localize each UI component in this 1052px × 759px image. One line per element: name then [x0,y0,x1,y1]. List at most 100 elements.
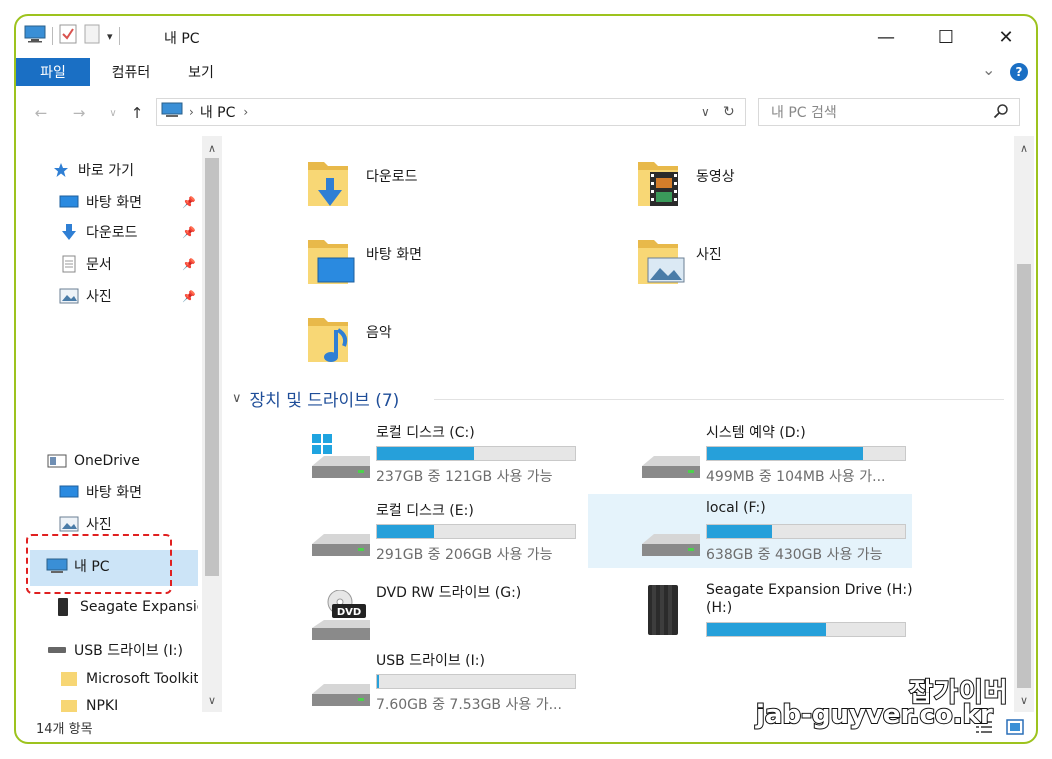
pictures-icon [58,515,80,533]
navigation-bar: ← → ∨ ↑ › 내 PC › ∨ ↻ 내 PC 검색 [16,96,1036,130]
recent-locations-icon[interactable]: ∨ [102,101,124,125]
drive-g[interactable]: DVD DVD RW 드라이브 (G:) [310,576,590,650]
pin-icon[interactable]: 📌 [182,196,196,209]
videos-folder-icon [638,162,678,206]
forward-arrow-icon[interactable]: → [68,101,90,125]
scroll-up-icon[interactable]: ∧ [202,138,222,158]
scroll-down-icon[interactable]: ∨ [202,690,222,710]
scroll-down-icon[interactable]: ∨ [1014,690,1034,710]
nav-quick-documents[interactable]: 문서 [58,254,112,274]
drive-usage-bar [376,674,576,689]
folder-pictures[interactable]: 사진 [634,234,722,290]
tab-view[interactable]: 보기 [176,58,226,86]
collapse-chevron-icon[interactable]: ∨ [232,391,242,406]
customize-dropdown-icon[interactable]: ▾ [107,30,113,43]
scroll-up-icon[interactable]: ∧ [1014,138,1034,158]
nav-quick-access[interactable]: 바로 가기 [50,160,134,180]
desktop-icon [58,483,80,501]
nav-quick-downloads[interactable]: 다운로드 [58,222,138,242]
folder-music[interactable]: 음악 [304,312,392,368]
nav-folder-npki[interactable]: NPKI [58,698,118,712]
onedrive-icon [46,452,68,470]
pictures-folder-icon [638,240,685,284]
drive-e[interactable]: 로컬 디스크 (E:) 291GB 중 206GB 사용 가능 [310,494,590,568]
computer-icon [161,102,183,122]
drive-usage-fill [377,675,379,688]
computer-icon [24,25,46,47]
drive-usage-bar [706,622,906,637]
breadcrumb-this-pc[interactable]: 내 PC [200,102,236,122]
nav-folder-ms-toolkit[interactable]: Microsoft Toolkit [58,670,198,688]
pin-icon[interactable]: 📌 [182,290,196,303]
nav-onedrive-pictures[interactable]: 사진 [58,514,112,534]
title-bar: ▾ 내 PC — ☐ ✕ [16,16,1036,58]
up-arrow-icon[interactable]: ↑ [126,101,148,125]
pin-icon[interactable]: 📌 [182,226,196,239]
folder-downloads[interactable]: 다운로드 [304,156,418,212]
nav-scrollbar-thumb[interactable] [205,158,219,576]
search-input[interactable]: 내 PC 검색 [758,98,1020,126]
pictures-icon [58,287,80,305]
help-icon[interactable]: ? [1010,63,1028,81]
drive-d[interactable]: 시스템 예약 (D:) 499MB 중 104MB 사용 가... [640,416,920,490]
close-button[interactable]: ✕ [984,22,1028,52]
nav-onedrive-desktop[interactable]: 바탕 화면 [58,482,142,502]
content-scrollbar[interactable]: ∧ ∨ [1014,136,1034,712]
svg-text:DVD: DVD [337,607,361,618]
devices-section-header[interactable]: ∨ 장치 및 드라이브 (7) [232,386,399,411]
large-icons-view-icon[interactable] [1006,719,1024,739]
explorer-window: ▾ 내 PC — ☐ ✕ 파일 컴퓨터 보기 ⌄ ? ← → ∨ ↑ › 내 P… [14,14,1038,744]
nav-quick-pictures[interactable]: 사진 [58,286,112,306]
nav-onedrive[interactable]: OneDrive [46,452,140,470]
drive-usage-bar [706,446,906,461]
nav-scrollbar[interactable]: ∧ ∨ [202,136,222,712]
downloads-folder-icon [308,162,348,206]
folder-icon [58,698,80,712]
breadcrumb-chevron-icon: › [189,105,194,119]
tab-file[interactable]: 파일 [16,58,90,86]
content-scrollbar-thumb[interactable] [1017,264,1031,688]
new-folder-icon[interactable] [83,24,101,48]
search-placeholder: 내 PC 검색 [771,105,837,121]
properties-icon[interactable] [59,24,77,48]
usb-drive-icon [312,684,370,706]
content-pane: 다운로드 동영상 바탕 화면 사진 음악 ∨ 장치 및 드라이브 (7) 로컬 … [222,136,1012,713]
minimize-button[interactable]: — [864,22,908,52]
nav-usb-drive[interactable]: USB 드라이브 (I:) [46,640,183,660]
address-bar[interactable]: › 내 PC › ∨ ↻ [156,98,746,126]
tab-computer[interactable]: 컴퓨터 [100,58,162,86]
refresh-icon[interactable]: ↻ [723,104,735,120]
folder-desktop[interactable]: 바탕 화면 [304,234,422,290]
drive-f[interactable]: local (F:) 638GB 중 430GB 사용 가능 [588,494,912,568]
drive-i[interactable]: USB 드라이브 (I:) 7.60GB 중 7.53GB 사용 가... [310,644,590,718]
back-arrow-icon[interactable]: ← [30,101,52,125]
breadcrumb-chevron-icon[interactable]: › [243,105,248,119]
drive-usage-fill [377,447,475,460]
drive-usage-fill [377,525,435,538]
ribbon-expand-icon[interactable]: ⌄ [982,60,995,79]
folder-videos[interactable]: 동영상 [634,156,735,212]
address-dropdown-icon[interactable]: ∨ [701,105,710,119]
toolbar-separator [118,27,120,45]
star-icon [50,161,72,179]
desktop-icon [58,193,80,211]
window-title: 내 PC [164,31,200,47]
dvd-drive-icon: DVD [312,590,370,640]
drive-h[interactable]: Seagate Expansion Drive (H:) (H:) [640,576,940,650]
external-drive-icon [648,585,678,635]
highlight-annotation [26,534,172,594]
section-divider [434,399,1004,400]
nav-quick-desktop[interactable]: 바탕 화면 [58,192,142,212]
search-icon[interactable] [993,103,1009,123]
document-icon [58,255,80,273]
pin-icon[interactable]: 📌 [182,258,196,271]
windows-hard-drive-icon [312,434,370,478]
item-count: 14개 항목 [36,721,93,737]
nav-seagate-drive[interactable]: Seagate Expansion Drive (H:) [52,598,198,616]
drive-usage-fill [707,447,864,460]
drive-usage-bar [376,446,576,461]
external-drive-icon [52,598,74,616]
hard-drive-icon [312,534,370,556]
maximize-button[interactable]: ☐ [924,22,968,52]
drive-c[interactable]: 로컬 디스크 (C:) 237GB 중 121GB 사용 가능 [310,416,590,490]
